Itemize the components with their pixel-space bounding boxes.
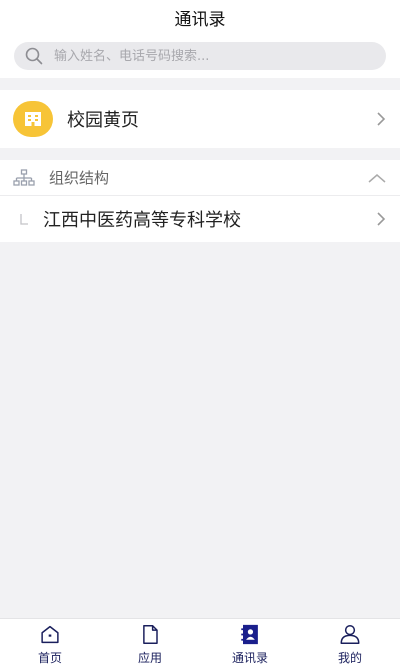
home-icon [41, 625, 59, 644]
page-title: 通讯录 [174, 9, 226, 30]
org-item[interactable]: 江西中医药高等专科学校 [0, 196, 400, 242]
chevron-up-icon[interactable] [368, 173, 386, 183]
contacts-icon [241, 624, 258, 645]
tab-me[interactable]: 我的 [300, 619, 400, 666]
org-structure-label: 组织结构 [49, 169, 110, 187]
tab-label: 应用 [137, 651, 162, 665]
bottom-tab-bar: 首页 应用 通讯录 我的 [0, 618, 400, 666]
tab-label: 我的 [337, 651, 362, 665]
tab-label: 通讯录 [231, 651, 268, 665]
tree-branch-icon [20, 213, 28, 225]
tab-home[interactable]: 首页 [0, 619, 100, 666]
building-icon [13, 101, 53, 137]
yellow-pages-label: 校园黄页 [67, 110, 139, 131]
org-item-label: 江西中医药高等专科学校 [43, 210, 241, 231]
org-structure-header[interactable]: 组织结构 [0, 160, 400, 196]
tab-apps[interactable]: 应用 [100, 619, 200, 666]
tab-contacts[interactable]: 通讯录 [200, 619, 300, 666]
search-bar [0, 34, 400, 78]
search-box[interactable] [14, 42, 386, 70]
search-icon [24, 46, 44, 66]
document-icon [143, 625, 158, 644]
org-chart-icon [13, 168, 35, 186]
campus-yellow-pages-row[interactable]: 校园黄页 [0, 90, 400, 148]
user-icon [340, 625, 360, 644]
chevron-right-icon [377, 212, 386, 226]
tab-label: 首页 [37, 651, 62, 665]
search-input[interactable] [52, 47, 386, 65]
chevron-right-icon [377, 112, 386, 126]
top-bar: 通讯录 [0, 0, 400, 34]
